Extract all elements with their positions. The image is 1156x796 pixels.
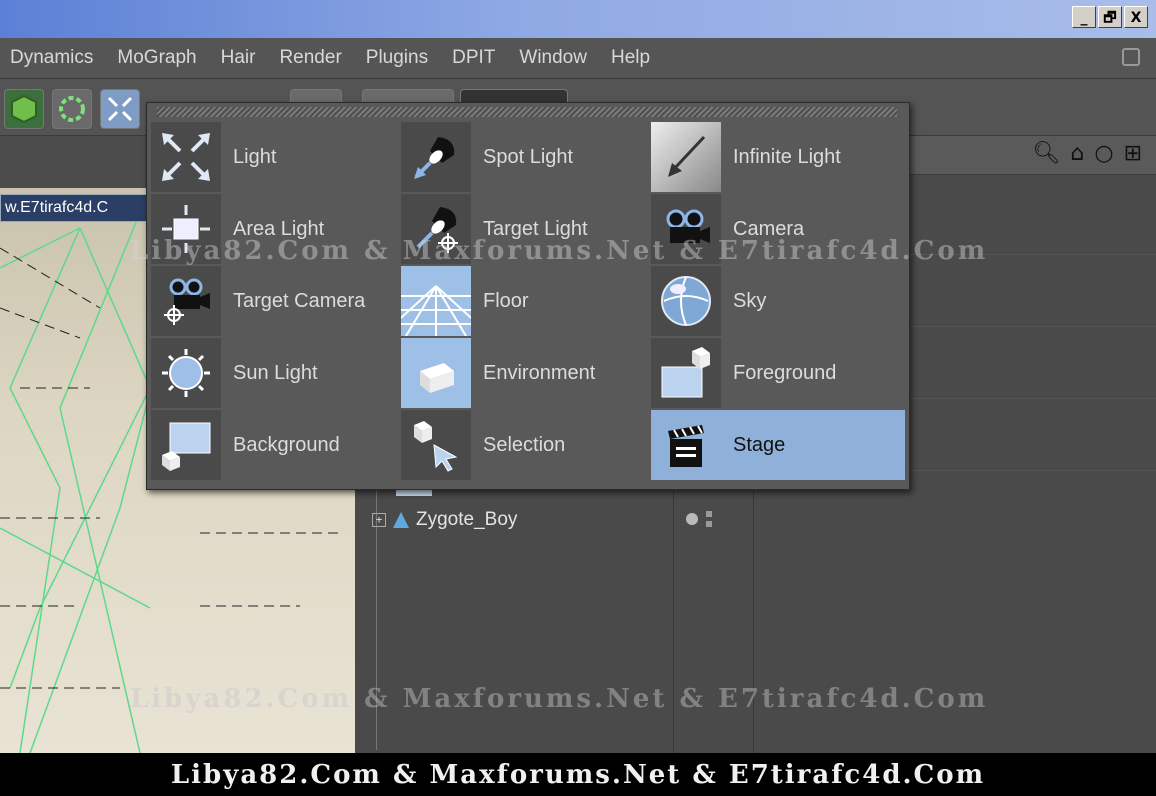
popup-item-label: Environment xyxy=(483,361,596,384)
popup-item-foreground[interactable]: Foreground xyxy=(651,338,905,408)
spot-light-icon xyxy=(401,122,471,192)
sun-light-icon xyxy=(151,338,221,408)
popup-item-label: Selection xyxy=(483,433,566,456)
floor-icon xyxy=(401,266,471,336)
popup-item-label: Sun Light xyxy=(233,361,318,384)
visibility-dot[interactable] xyxy=(686,513,698,525)
cube-primitive-icon[interactable] xyxy=(4,89,44,129)
popup-item-label: Light xyxy=(233,145,277,168)
popup-item-label: Sky xyxy=(733,289,767,312)
environment-icon xyxy=(401,338,471,408)
menu-dynamics[interactable]: Dynamics xyxy=(0,47,105,69)
new-window-icon[interactable]: ⊞ xyxy=(1124,141,1142,166)
eye-icon[interactable]: ○ xyxy=(1094,141,1113,166)
popup-item-selection[interactable]: Selection xyxy=(401,410,649,480)
light-tool-icon[interactable] xyxy=(100,89,140,129)
popup-item-label: Floor xyxy=(483,289,529,312)
foreground-icon xyxy=(651,338,721,408)
popup-item-spot-light[interactable]: Spot Light xyxy=(401,122,649,192)
selection-icon xyxy=(401,410,471,480)
object-row-zygote-boy[interactable]: + Zygote_Boy xyxy=(372,505,517,535)
popup-item-label: Infinite Light xyxy=(733,145,841,168)
popup-item-sun-light[interactable]: Sun Light xyxy=(151,338,399,408)
popup-item-label: Spot Light xyxy=(483,145,574,168)
viewport-url-label: w.E7tirafc4d.C xyxy=(0,194,156,222)
close-button[interactable]: X xyxy=(1124,6,1148,28)
popup-item-label: Foreground xyxy=(733,361,837,384)
layout-icon[interactable] xyxy=(1122,48,1140,66)
window-titlebar: _ 🗗 X xyxy=(0,0,1156,38)
minimize-button[interactable]: _ xyxy=(1072,6,1096,28)
popup-item-label: Stage xyxy=(733,433,786,456)
figure-icon xyxy=(393,512,409,528)
search-icon[interactable]: 🔍︎ xyxy=(1032,141,1060,166)
light-objects-popup: Light Spot Light Infinite Light Area Lig… xyxy=(146,102,910,490)
editor-visibility-toggle[interactable] xyxy=(706,511,712,517)
watermark-banner-text: Libya82.Com & Maxforums.Net & E7tirafc4d… xyxy=(170,759,986,790)
popup-item-label: Background xyxy=(233,433,340,456)
object-visibility-dots[interactable] xyxy=(686,511,712,527)
menu-dpit[interactable]: DPIT xyxy=(440,47,507,69)
popup-item-background[interactable]: Background xyxy=(151,410,399,480)
popup-item-stage[interactable]: Stage xyxy=(651,410,905,480)
window-controls: _ 🗗 X xyxy=(1072,6,1148,28)
popup-item-sky[interactable]: Sky xyxy=(651,266,905,336)
infinite-light-icon xyxy=(651,122,721,192)
menu-window[interactable]: Window xyxy=(507,47,599,69)
nurbs-icon[interactable] xyxy=(52,89,92,129)
popup-item-light[interactable]: Light xyxy=(151,122,399,192)
menu-bar: Dynamics MoGraph Hair Render Plugins DPI… xyxy=(0,38,1156,79)
menu-mograph[interactable]: MoGraph xyxy=(105,47,208,69)
object-manager-tools: 🔍︎ ⌂ ○ ⊞ xyxy=(1032,141,1142,166)
popup-item-floor[interactable]: Floor xyxy=(401,266,649,336)
popup-drag-handle[interactable] xyxy=(157,107,897,117)
popup-item-environment[interactable]: Environment xyxy=(401,338,649,408)
restore-button[interactable]: 🗗 xyxy=(1098,6,1122,28)
expand-icon[interactable]: + xyxy=(372,513,386,527)
popup-item-infinite-light[interactable]: Infinite Light xyxy=(651,122,905,192)
popup-item-label: Target Camera xyxy=(233,289,366,312)
stage-icon xyxy=(651,410,721,480)
background-icon xyxy=(151,410,221,480)
sky-icon xyxy=(651,266,721,336)
render-visibility-toggle[interactable] xyxy=(706,521,712,527)
menu-plugins[interactable]: Plugins xyxy=(354,47,440,69)
object-name[interactable]: Zygote_Boy xyxy=(416,509,517,531)
watermark-overlay: Libya82.Com & Maxforums.Net & E7tirafc4d… xyxy=(130,236,989,266)
menu-help[interactable]: Help xyxy=(599,47,662,69)
watermark-banner: Libya82.Com & Maxforums.Net & E7tirafc4d… xyxy=(0,753,1156,796)
menu-render[interactable]: Render xyxy=(267,47,353,69)
light-icon xyxy=(151,122,221,192)
popup-item-target-camera[interactable]: Target Camera xyxy=(151,266,399,336)
target-camera-icon xyxy=(151,266,221,336)
menu-hair[interactable]: Hair xyxy=(209,47,268,69)
watermark-overlay: Libya82.Com & Maxforums.Net & E7tirafc4d… xyxy=(130,684,989,714)
home-icon[interactable]: ⌂ xyxy=(1070,141,1084,166)
